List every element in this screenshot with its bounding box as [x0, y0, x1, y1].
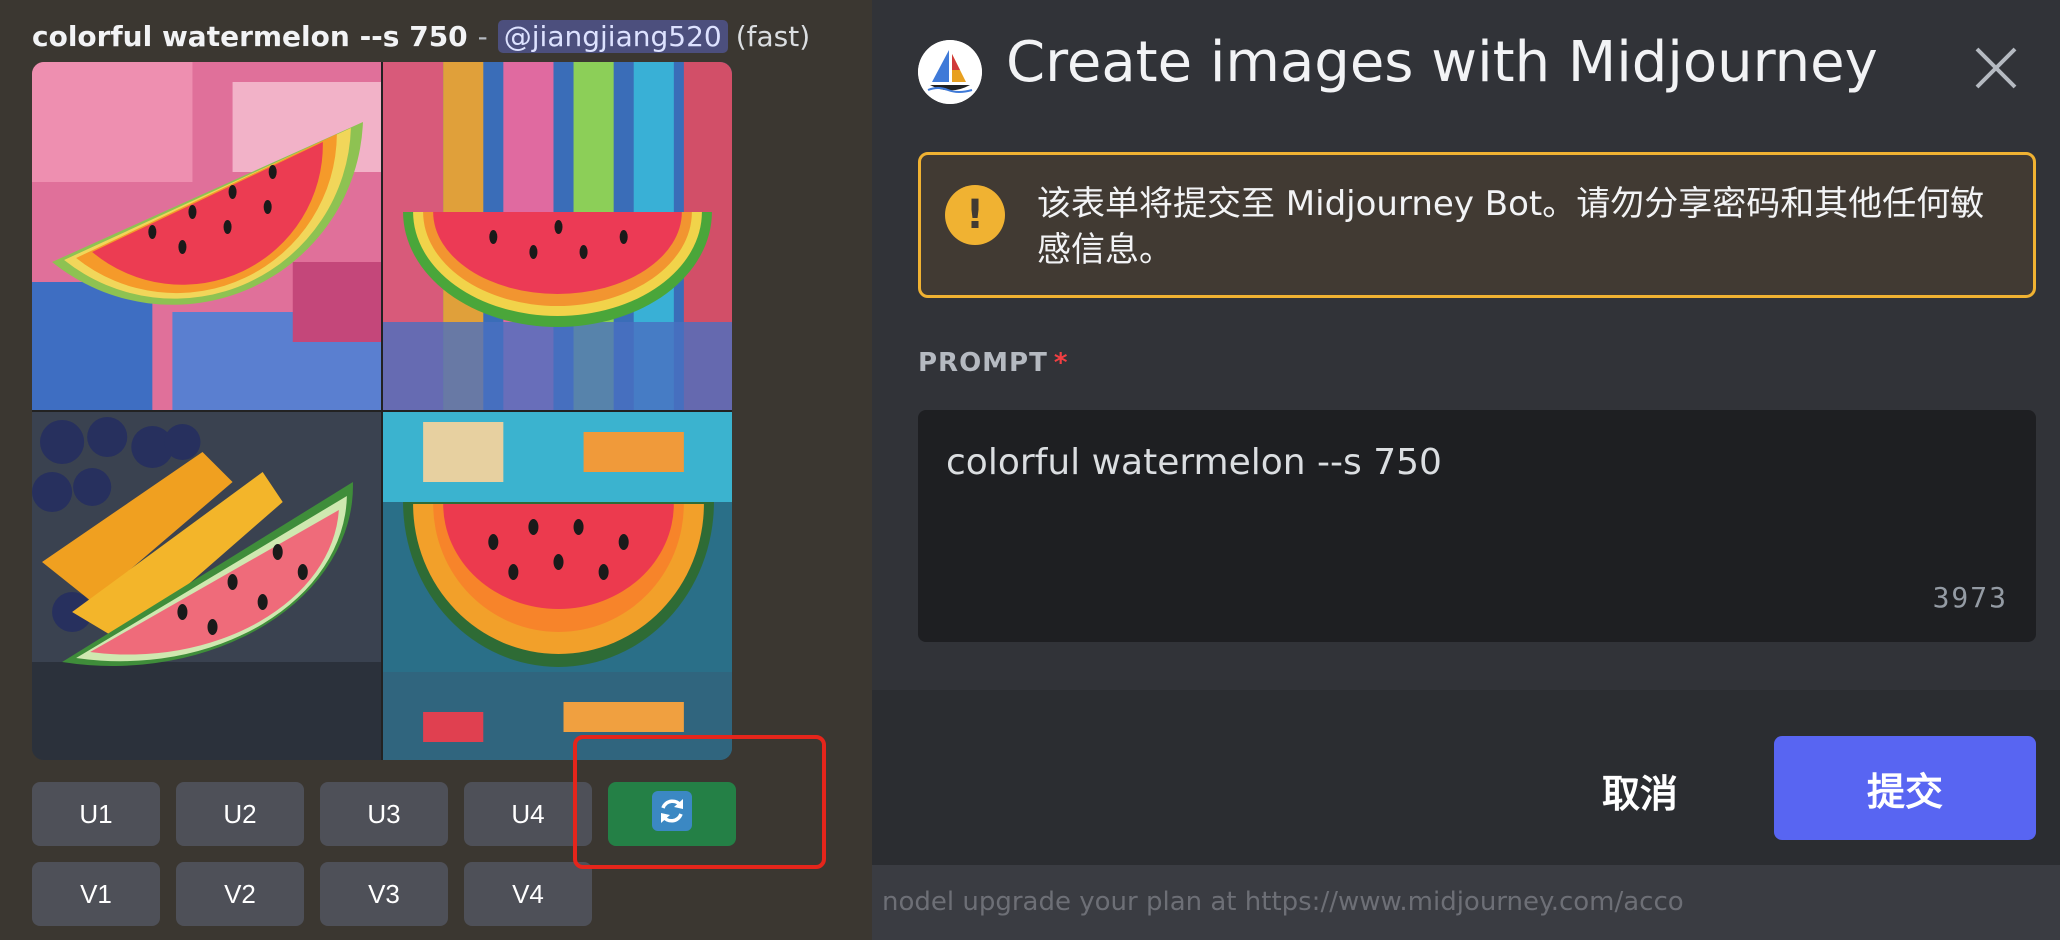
background-message-text: nodel upgrade your plan at https://www.m… [872, 865, 2060, 940]
v2-button[interactable]: V2 [176, 862, 304, 926]
cancel-button[interactable]: 取消 [1530, 738, 1750, 842]
sailboat-icon [918, 40, 982, 104]
warning-text: 该表单将提交至 Midjourney Bot。请勿分享密码和其他任何敏感信息。 [1037, 184, 1985, 270]
create-images-modal: nodel upgrade your plan at https://www.m… [872, 0, 2060, 940]
message-prompt: colorful watermelon --s 750 [32, 19, 468, 53]
image-tile-2[interactable] [383, 62, 732, 410]
u3-button[interactable]: U3 [320, 782, 448, 846]
image-tile-1[interactable] [32, 62, 381, 410]
required-marker: * [1053, 348, 1069, 378]
u1-button[interactable]: U1 [32, 782, 160, 846]
u2-button[interactable]: U2 [176, 782, 304, 846]
prompt-label-text: PROMPT [918, 348, 1048, 378]
prompt-input[interactable]: colorful watermelon --s 750 3973 [918, 410, 2036, 642]
message-header: colorful watermelon --s 750 - @jiangjian… [32, 14, 810, 58]
message-separator: - [477, 19, 488, 53]
character-count: 3973 [1932, 581, 2008, 614]
v4-button[interactable]: V4 [464, 862, 592, 926]
image-tile-3[interactable] [32, 412, 381, 760]
speed-label: (fast) [735, 19, 811, 53]
user-mention[interactable]: @jiangjiang520 [497, 19, 728, 53]
prompt-field-label: PROMPT * [918, 348, 1068, 378]
prompt-input-value: colorful watermelon --s 750 [946, 442, 1442, 483]
v3-button[interactable]: V3 [320, 862, 448, 926]
variation-button-row: V1 V2 V3 V4 [32, 862, 592, 926]
image-grid[interactable] [32, 62, 732, 760]
midjourney-bot-avatar [918, 40, 982, 104]
image-tile-4[interactable] [383, 412, 732, 760]
warning-icon: ! [945, 185, 1005, 245]
v1-button[interactable]: V1 [32, 862, 160, 926]
submit-button[interactable]: 提交 [1774, 736, 2036, 840]
modal-title: Create images with Midjourney [1006, 30, 1878, 95]
close-icon[interactable] [1966, 38, 2026, 98]
reroll-highlight-box [573, 735, 826, 869]
warning-notice: ! 该表单将提交至 Midjourney Bot。请勿分享密码和其他任何敏感信息… [918, 152, 2036, 298]
message-panel: colorful watermelon --s 750 - @jiangjian… [0, 0, 872, 940]
